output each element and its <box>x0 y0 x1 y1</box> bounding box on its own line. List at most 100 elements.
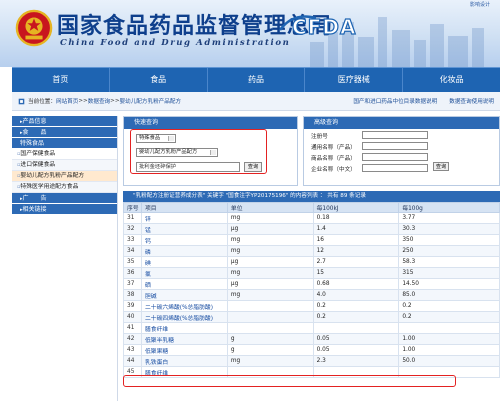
table-row: 34 磷 mg 12 250 <box>123 245 500 257</box>
breadcrumb-separator: >> <box>78 98 88 104</box>
column-header-unit: 单位 <box>226 202 314 213</box>
row-item-link[interactable]: 氯 <box>140 267 228 279</box>
sidebar: 产品信息 食 品 特殊食品 国产保健食品 进口保健食品 婴幼儿配方乳粉产品配方 … <box>12 116 118 401</box>
row-seq: 36 <box>123 267 142 279</box>
results-table: 序号 项目 单位 每100kJ 每100g 31 锌 mg 0.18 3.77 32 锰 μg… <box>123 202 500 378</box>
row-per-100kj: 12 <box>312 245 400 257</box>
row-unit: mg <box>226 355 314 367</box>
row-item-link[interactable]: 二十碳四烯酸(%总脂肪酸) <box>140 311 228 323</box>
table-row: 33 钙 mg 16 350 <box>123 234 500 246</box>
query-help-link[interactable]: 数据查询使用说明 <box>449 97 494 105</box>
row-per-100g: 0.2 <box>398 300 500 312</box>
reg-no-input[interactable] <box>362 131 428 139</box>
row-item-link[interactable]: 低聚半乳糖 <box>140 333 228 345</box>
sidebar-item-imported-health-food[interactable]: 进口保健食品 <box>12 160 117 171</box>
row-item-link[interactable]: 磷 <box>140 245 228 257</box>
row-per-100g: 350 <box>398 234 500 246</box>
row-per-100kj: 15 <box>312 267 400 279</box>
breadcrumb-separator: >> <box>110 98 120 104</box>
row-item-link[interactable]: 乳铁蛋白 <box>140 355 228 367</box>
sidebar-item-domestic-health-food[interactable]: 国产保健食品 <box>12 149 117 160</box>
row-per-100g: 50.0 <box>398 355 500 367</box>
row-unit <box>226 322 314 334</box>
sidebar-head-food[interactable]: 食 品 <box>12 127 117 138</box>
row-per-100g: 1.00 <box>398 344 500 356</box>
row-per-100kj: 0.18 <box>312 212 400 224</box>
table-row: 36 氯 mg 15 315 <box>123 267 500 279</box>
svg-text:CFDA: CFDA <box>292 15 356 38</box>
table-row: 31 锌 mg 0.18 3.77 <box>123 212 500 224</box>
cfda-logo: CFDA <box>278 14 356 38</box>
nav-item-home[interactable]: 首页 <box>12 68 110 92</box>
row-item-link[interactable]: 锰 <box>140 223 228 235</box>
table-row: 35 碘 μg 2.7 58.3 <box>123 256 500 268</box>
generic-name-label: 通用名称（产品） <box>311 145 356 151</box>
company-name-input[interactable] <box>362 164 428 172</box>
nav-item-food[interactable]: 食品 <box>110 68 208 92</box>
brand-name-label: 商品名称（产品） <box>311 156 356 162</box>
breadcrumb-data-query[interactable]: 数据查询 <box>88 97 110 105</box>
row-unit: g <box>226 333 314 345</box>
row-unit <box>226 311 314 323</box>
breadcrumb-prefix: 当前位置： <box>28 99 56 105</box>
sidebar-item-medical-food[interactable]: 特殊医学用途配方食品 <box>12 182 117 193</box>
row-seq: 42 <box>123 333 142 345</box>
row-seq: 32 <box>123 223 142 235</box>
table-row: 40 二十碳四烯酸(%总脂肪酸) 0.2 0.2 <box>123 311 500 323</box>
row-unit <box>226 300 314 312</box>
row-per-100kj: 16 <box>312 234 400 246</box>
row-unit: mg <box>226 212 314 224</box>
breadcrumb: 当前位置： 网站首页 >> 数据查询 >> 婴幼儿配方乳粉产品配方 国产和进口药… <box>12 92 500 111</box>
row-item-link[interactable]: 二十碳六烯酸(%总脂肪酸) <box>140 300 228 312</box>
sidebar-head-related-links[interactable]: 相关链接 <box>12 204 117 215</box>
advanced-search-title: 高级查询 <box>304 117 499 129</box>
row-item-link[interactable]: 膳食纤维 <box>140 322 228 334</box>
table-row: 32 锰 μg 1.4 30.3 <box>123 223 500 235</box>
sidebar-head-ads[interactable]: 广 告 <box>12 193 117 204</box>
main-nav: 首页 食品 药品 医疗器械 化妆品 <box>12 67 500 92</box>
advanced-search-button[interactable]: 查询 <box>433 162 449 171</box>
row-per-100kj: 2.3 <box>312 355 400 367</box>
row-item-link[interactable]: 钙 <box>140 234 228 246</box>
row-per-100kj: 0.2 <box>312 300 400 312</box>
column-header-item: 项目 <box>140 202 228 213</box>
catalog-help-link[interactable]: 国产和进口药品中位目录数据说明 <box>353 97 437 105</box>
generic-name-input[interactable] <box>362 142 428 150</box>
row-item-link[interactable]: 碘 <box>140 256 228 268</box>
row-per-100kj: 0.68 <box>312 278 400 290</box>
sidebar-head-product-info[interactable]: 产品信息 <box>12 116 117 127</box>
row-per-100kj <box>312 322 400 334</box>
row-unit: mg <box>226 289 314 301</box>
row-per-100kj: 2.7 <box>312 256 400 268</box>
row-per-100g: 85.0 <box>398 289 500 301</box>
row-per-100kj: 4.0 <box>312 289 400 301</box>
row-seq: 34 <box>123 245 142 257</box>
brand-name-input[interactable] <box>362 153 428 161</box>
row-item-link[interactable]: 低聚果糖 <box>140 344 228 356</box>
nav-item-drugs[interactable]: 药品 <box>208 68 306 92</box>
row-item-link[interactable]: 胆碱 <box>140 289 228 301</box>
row-seq: 43 <box>123 344 142 356</box>
nav-item-cosmetics[interactable]: 化妆品 <box>403 68 500 92</box>
sidebar-head-special-food[interactable]: 特殊食品 <box>12 138 117 149</box>
row-item-link[interactable]: 硒 <box>140 278 228 290</box>
national-emblem-icon <box>15 9 53 47</box>
breadcrumb-home[interactable]: 网站首页 <box>56 97 78 105</box>
row-per-100g: 14.50 <box>398 278 500 290</box>
row-per-100g: 3.77 <box>398 212 500 224</box>
nav-item-medical-devices[interactable]: 医疗器械 <box>305 68 404 92</box>
row-seq: 37 <box>123 278 142 290</box>
row-seq: 35 <box>123 256 142 268</box>
top-link[interactable]: 影响设计 <box>470 1 490 8</box>
row-per-100kj: 1.4 <box>312 223 400 235</box>
row-item-link[interactable]: 锌 <box>140 212 228 224</box>
row-per-100kj: 0.05 <box>312 333 400 345</box>
column-header-per-100kj: 每100kJ <box>312 202 400 213</box>
sidebar-item-infant-formula[interactable]: 婴幼儿配方乳粉产品配方 <box>12 171 117 182</box>
breadcrumb-right-links: 国产和进口药品中位目录数据说明 数据查询使用说明 <box>353 97 494 105</box>
breadcrumb-current[interactable]: 婴幼儿配方乳粉产品配方 <box>120 97 182 105</box>
row-seq: 31 <box>123 212 142 224</box>
row-per-100g: 1.00 <box>398 333 500 345</box>
row-seq: 33 <box>123 234 142 246</box>
table-row: 43 低聚果糖 g 0.05 1.00 <box>123 344 500 356</box>
